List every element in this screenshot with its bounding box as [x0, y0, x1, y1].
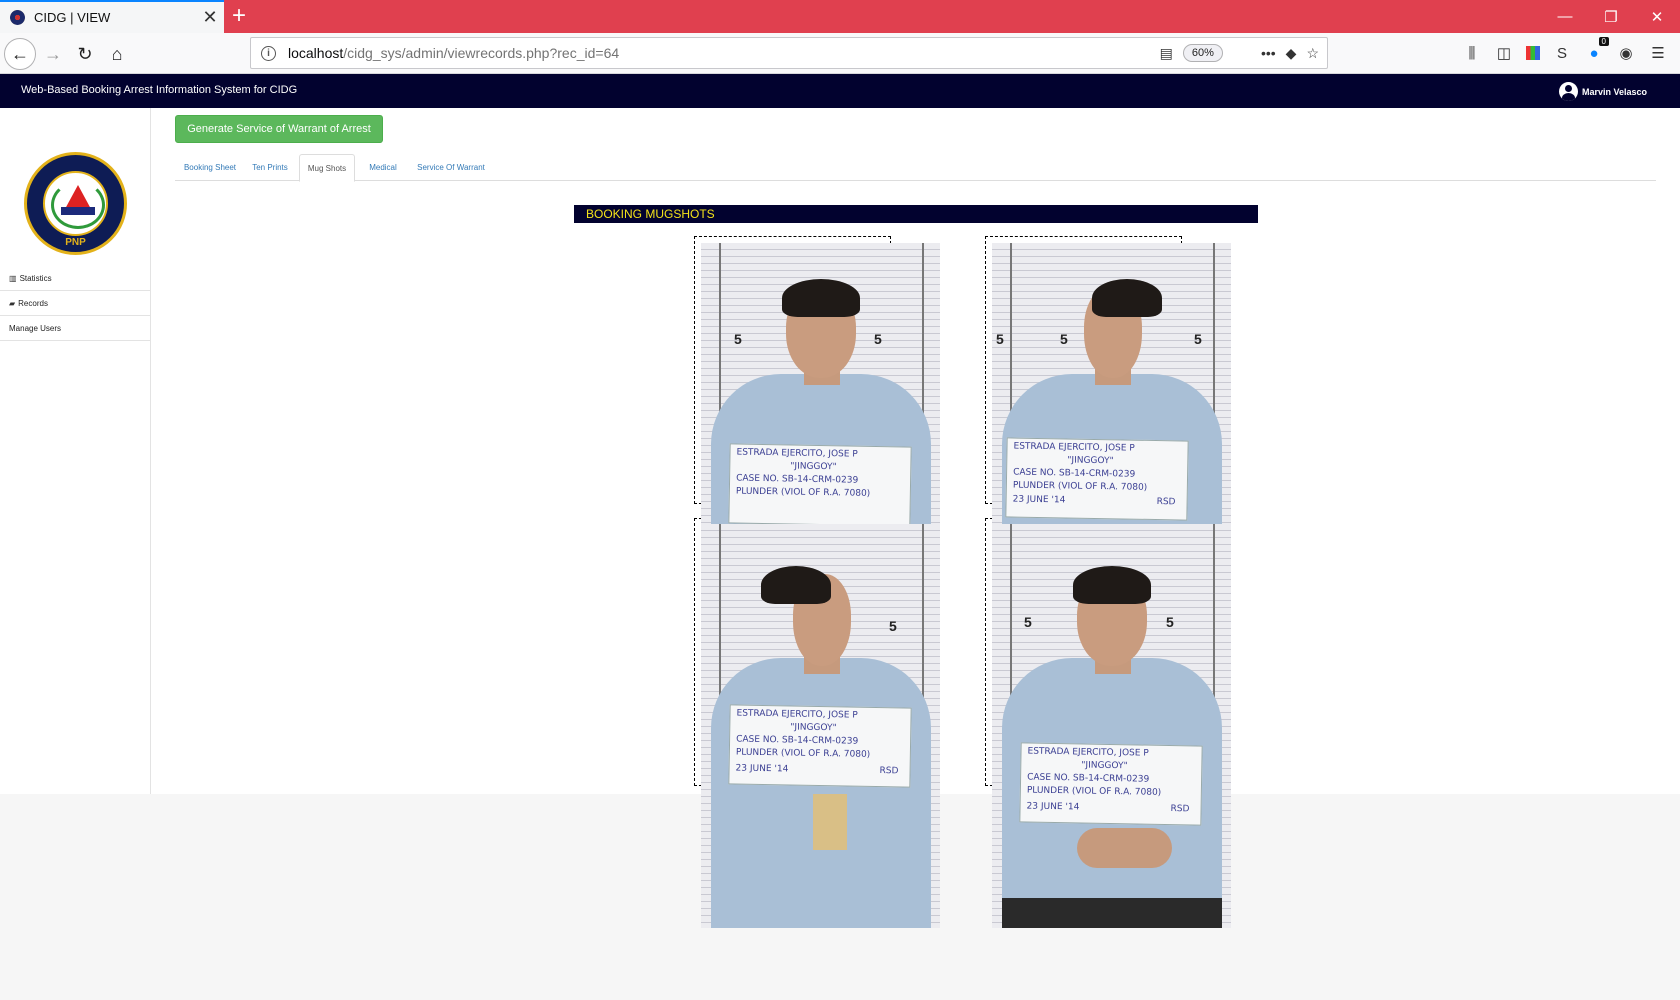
app-title: Web-Based Booking Arrest Information Sys… [21, 84, 298, 96]
extension-s-icon[interactable]: S [1552, 43, 1572, 63]
extension-bulb-icon[interactable]: ◉ [1616, 43, 1636, 63]
sidebar-item-label: Statistics [19, 273, 52, 283]
extension-color-icon[interactable] [1526, 46, 1540, 60]
site-favicon-icon [10, 10, 25, 25]
page-actions-icon[interactable]: ••• [1261, 45, 1276, 61]
browser-tab[interactable]: CIDG | VIEW ✕ [0, 0, 224, 33]
mugshot-right-profile-photo: 5 5 5 ESTRADA EJERCITO, JOSE P "JINGGOY"… [992, 243, 1231, 524]
address-bar[interactable]: i localhost/cidg_sys/admin/viewrecords.p… [250, 37, 1328, 69]
menu-icon[interactable]: ☰ [1648, 43, 1668, 63]
booking-placard: ESTRADA EJERCITO, JOSE P "JINGGOY" CASE … [1019, 742, 1203, 826]
restore-icon[interactable]: ❐ [1588, 0, 1634, 33]
library-icon[interactable]: ⫼ [1462, 43, 1482, 63]
sidebar-item-statistics[interactable]: ▥ Statistics [0, 266, 150, 291]
home-button[interactable]: ⌂ [101, 38, 133, 70]
tab-title: CIDG | VIEW [34, 10, 111, 25]
sidebar-item-manage-users[interactable]: Manage Users [0, 316, 150, 341]
new-tab-button[interactable]: + [232, 3, 246, 29]
cidg-logo: PNP [24, 152, 127, 255]
window-close-icon[interactable]: ✕ [1634, 0, 1680, 33]
extension-notification-icon[interactable]: ● 0 [1584, 37, 1609, 63]
booking-placard: ESTRADA EJERCITO, JOSE P "JINGGOY" CASE … [728, 443, 912, 524]
bar-chart-icon: ▥ [9, 273, 17, 283]
sidebar-toggle-icon[interactable]: ◫ [1494, 43, 1514, 63]
forward-button[interactable]: → [37, 38, 69, 70]
bookmark-star-icon[interactable]: ☆ [1306, 45, 1319, 62]
tab-medical[interactable]: Medical [357, 154, 409, 181]
sidebar-item-label: Records [18, 298, 48, 308]
back-button[interactable]: ← [4, 38, 36, 70]
folder-icon: ▰ [9, 298, 16, 308]
booking-placard: ESTRADA EJERCITO, JOSE P "JINGGOY" CASE … [1005, 437, 1189, 521]
reload-button[interactable]: ↻ [69, 38, 101, 70]
url-text[interactable]: localhost/cidg_sys/admin/viewrecords.php… [288, 45, 1160, 61]
tab-ten-prints[interactable]: Ten Prints [245, 154, 295, 181]
pocket-icon[interactable]: ◆ [1286, 45, 1297, 62]
mugshot-left-profile-photo: 5 ESTRADA EJERCITO, JOSE P "JINGGOY" CAS… [701, 524, 940, 928]
reader-view-icon[interactable]: ▤ [1160, 45, 1173, 62]
record-tabs: Booking Sheet Ten Prints Mug Shots Medic… [175, 154, 1656, 182]
app-header: Web-Based Booking Arrest Information Sys… [0, 74, 1680, 108]
user-avatar-icon [1558, 82, 1578, 101]
booking-placard: ESTRADA EJERCITO, JOSE P "JINGGOY" CASE … [728, 704, 912, 788]
user-name: Marvin Velasco [1581, 86, 1647, 97]
sidebar-item-records[interactable]: ▰ Records [0, 291, 150, 316]
sidebar-item-label: Manage Users [9, 323, 62, 333]
mugshots-heading: BOOKING MUGSHOTS [574, 205, 1258, 223]
browser-tabstrip: CIDG | VIEW ✕ + — ❐ ✕ [0, 0, 1680, 33]
minimize-icon[interactable]: — [1542, 0, 1588, 33]
zoom-indicator[interactable]: 60% [1182, 44, 1223, 62]
sidebar: PNP ▥ Statistics ▰ Records Manage Users [0, 108, 151, 794]
browser-toolbar: ← → ↻ ⌂ i localhost/cidg_sys/admin/viewr… [0, 33, 1680, 74]
tab-booking-sheet[interactable]: Booking Sheet [175, 154, 245, 181]
generate-warrant-button[interactable]: Generate Service of Warrant of Arrest [175, 115, 383, 143]
mugshot-front-full-photo: 5 5 ESTRADA EJERCITO, JOSE P "JINGGOY" C… [992, 524, 1231, 928]
site-info-icon[interactable]: i [261, 45, 276, 61]
user-menu[interactable]: Marvin Velasco [1558, 82, 1647, 101]
tab-mug-shots[interactable]: Mug Shots [299, 154, 355, 182]
mugshot-front-photo: 5 5 ESTRADA EJERCITO, JOSE P "JINGGOY" C… [701, 243, 940, 524]
close-tab-icon[interactable]: ✕ [196, 7, 224, 28]
tab-service-of-warrant[interactable]: Service Of Warrant [411, 154, 491, 181]
